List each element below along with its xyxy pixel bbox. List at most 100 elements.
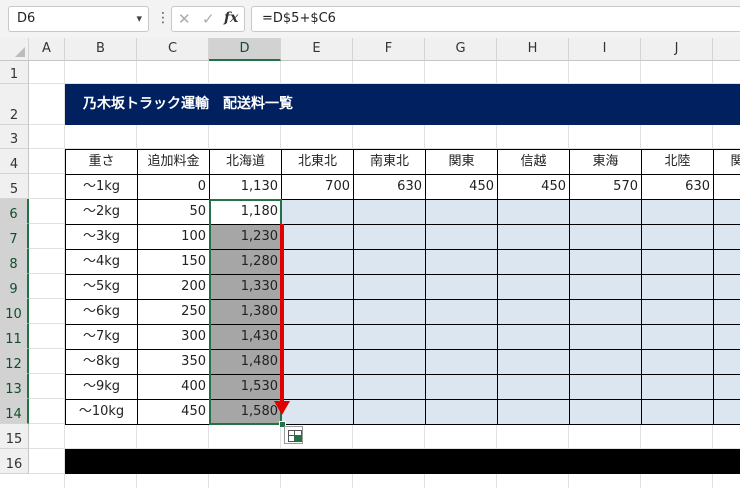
row-header-15[interactable]: 15 [0,424,29,449]
empty-fee-cell[interactable] [569,324,642,350]
extra-fee-cell[interactable]: 100 [137,224,210,250]
row-header-11[interactable]: 11 [0,324,29,349]
column-header-c[interactable]: C [137,38,209,61]
empty-fee-cell[interactable] [569,224,642,250]
column-header-partial[interactable] [713,38,740,61]
empty-fee-cell[interactable] [497,224,570,250]
empty-fee-cell[interactable] [641,299,714,325]
row-header-10[interactable]: 10 [0,299,29,324]
row-header-14[interactable]: 14 [0,399,29,424]
table-header-cell[interactable]: 信越 [497,149,570,175]
empty-fee-cell[interactable] [353,249,426,275]
more-options-icon[interactable]: ⋮ [156,10,170,26]
empty-fee-cell[interactable] [569,349,642,375]
hokkaido-cell[interactable]: 1,580 [209,399,282,425]
row-header-16[interactable]: 16 [0,449,29,474]
table-header-cell[interactable]: 東海 [569,149,642,175]
empty-fee-cell[interactable] [497,324,570,350]
hokkaido-cell[interactable]: 1,430 [209,324,282,350]
table-header-cell[interactable]: 追加料金 [137,149,210,175]
empty-fee-cell[interactable] [425,224,498,250]
base-row-cell[interactable]: 450 [497,174,570,200]
weight-cell[interactable]: ～6kg [65,299,138,325]
empty-fee-cell[interactable] [641,374,714,400]
hokkaido-cell[interactable]: 1,480 [209,349,282,375]
weight-cell[interactable]: ～4kg [65,249,138,275]
row-header-5[interactable]: 5 [0,174,29,199]
row-header-12[interactable]: 12 [0,349,29,374]
cancel-icon[interactable]: ✕ [178,10,191,28]
weight-cell[interactable]: ～9kg [65,374,138,400]
base-row-cell[interactable]: 0 [137,174,210,200]
base-row-cell[interactable]: 1,130 [209,174,282,200]
hokkaido-cell[interactable]: 1,530 [209,374,282,400]
empty-fee-cell[interactable] [497,274,570,300]
row-header-2[interactable]: 2 [0,84,29,125]
empty-fee-cell[interactable] [713,349,740,375]
empty-fee-cell[interactable] [281,349,354,375]
weight-cell[interactable]: ～5kg [65,274,138,300]
empty-fee-cell[interactable] [353,324,426,350]
empty-fee-cell[interactable] [641,399,714,425]
autofill-options-icon[interactable] [284,426,303,444]
hokkaido-cell[interactable]: 1,330 [209,274,282,300]
table-header-cell[interactable]: 北東北 [281,149,354,175]
row-header-3[interactable]: 3 [0,125,29,149]
hokkaido-cell[interactable]: 1,380 [209,299,282,325]
weight-cell[interactable]: ～10kg [65,399,138,425]
empty-fee-cell[interactable] [713,299,740,325]
base-row-cell[interactable]: 570 [569,174,642,200]
base-row-cell[interactable]: ～1kg [65,174,138,200]
empty-fee-cell[interactable] [281,199,354,225]
extra-fee-cell[interactable]: 50 [137,199,210,225]
name-box[interactable]: D6 ▾ [8,6,149,32]
column-header-g[interactable]: G [425,38,497,61]
empty-fee-cell[interactable] [641,274,714,300]
empty-fee-cell[interactable] [497,349,570,375]
column-header-f[interactable]: F [353,38,425,61]
empty-fee-cell[interactable] [713,374,740,400]
empty-fee-cell[interactable] [281,249,354,275]
empty-fee-cell[interactable] [353,399,426,425]
empty-fee-cell[interactable] [353,349,426,375]
table-header-cell[interactable]: 関東 [425,149,498,175]
row-header-6[interactable]: 6 [0,199,29,224]
base-row-cell[interactable]: 450 [425,174,498,200]
empty-fee-cell[interactable] [497,399,570,425]
empty-fee-cell[interactable] [569,199,642,225]
column-header-b[interactable]: B [65,38,137,61]
base-row-cell[interactable] [713,174,740,200]
empty-fee-cell[interactable] [497,249,570,275]
empty-fee-cell[interactable] [569,274,642,300]
empty-fee-cell[interactable] [353,274,426,300]
empty-fee-cell[interactable] [281,324,354,350]
empty-fee-cell[interactable] [497,374,570,400]
empty-fee-cell[interactable] [353,199,426,225]
empty-fee-cell[interactable] [353,224,426,250]
row-header-13[interactable]: 13 [0,374,29,399]
enter-icon[interactable]: ✓ [202,10,215,28]
empty-fee-cell[interactable] [569,374,642,400]
empty-fee-cell[interactable] [281,274,354,300]
insert-function-icon[interactable]: fx [224,10,238,26]
weight-cell[interactable]: ～2kg [65,199,138,225]
table-header-cell[interactable]: 南東北 [353,149,426,175]
empty-fee-cell[interactable] [425,324,498,350]
empty-fee-cell[interactable] [425,374,498,400]
empty-fee-cell[interactable] [569,249,642,275]
weight-cell[interactable]: ～7kg [65,324,138,350]
select-all-corner[interactable] [0,38,29,61]
empty-fee-cell[interactable] [713,199,740,225]
empty-fee-cell[interactable] [497,199,570,225]
row-header-9[interactable]: 9 [0,274,29,299]
empty-fee-cell[interactable] [497,299,570,325]
empty-fee-cell[interactable] [641,224,714,250]
empty-fee-cell[interactable] [425,299,498,325]
empty-fee-cell[interactable] [353,374,426,400]
base-row-cell[interactable]: 700 [281,174,354,200]
empty-fee-cell[interactable] [713,224,740,250]
empty-fee-cell[interactable] [281,224,354,250]
extra-fee-cell[interactable]: 300 [137,324,210,350]
extra-fee-cell[interactable]: 450 [137,399,210,425]
empty-fee-cell[interactable] [425,249,498,275]
